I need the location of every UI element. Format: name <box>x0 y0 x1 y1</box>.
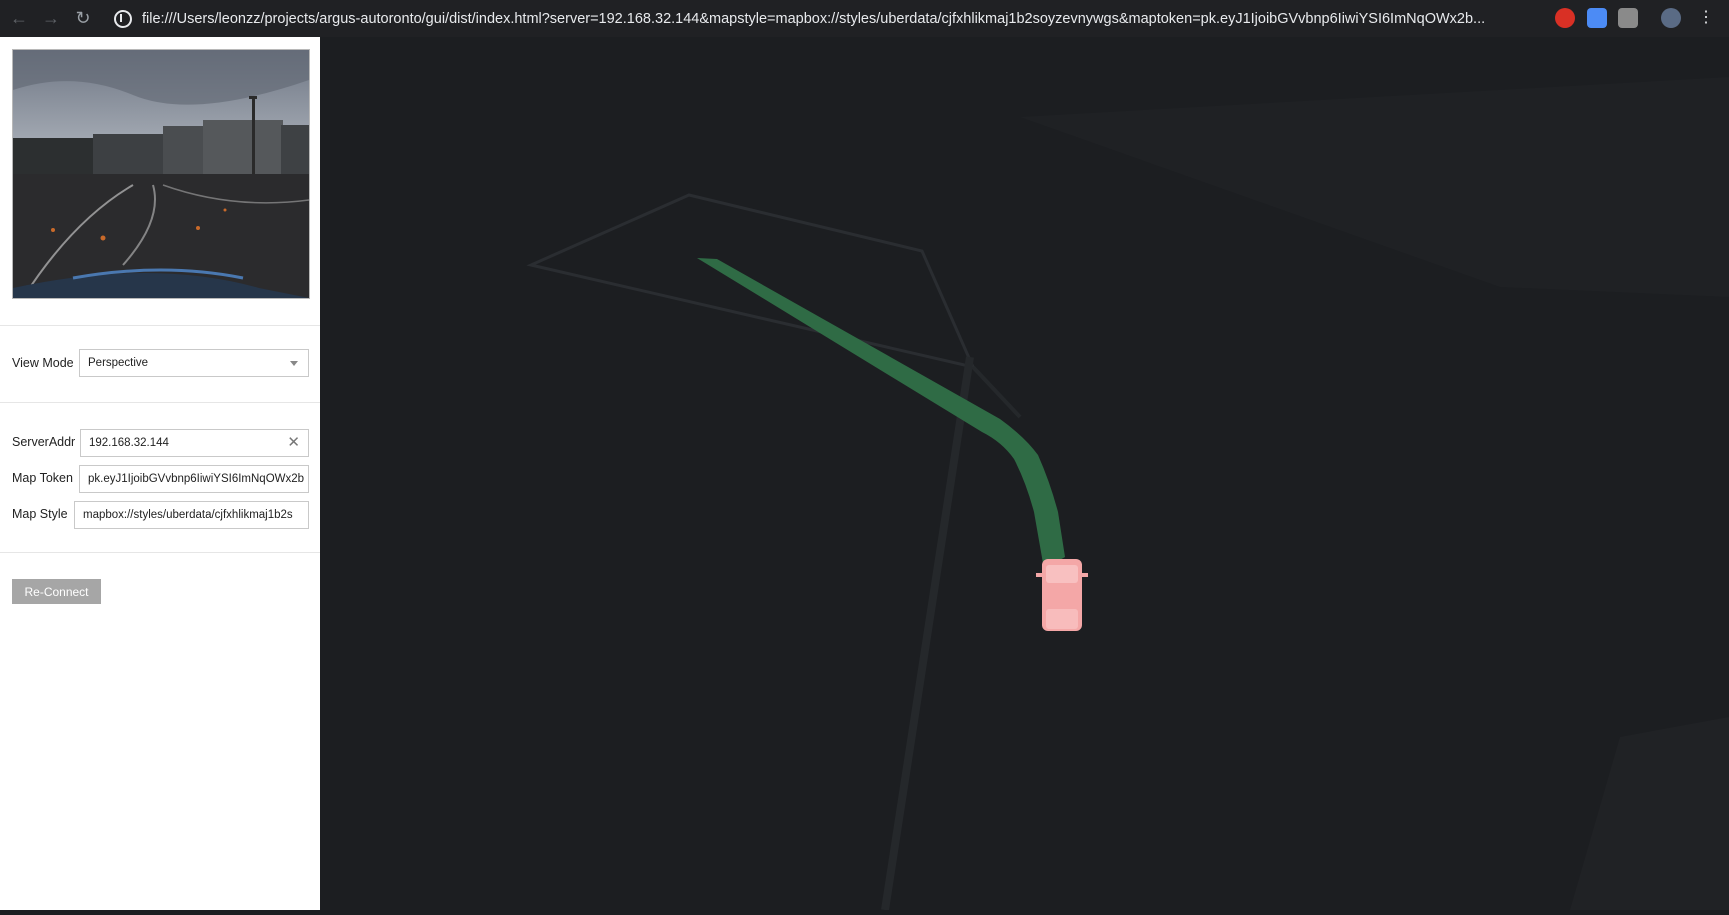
profile-avatar[interactable] <box>1661 8 1681 28</box>
section-divider <box>0 325 320 326</box>
clear-icon[interactable]: ✕ <box>287 435 300 451</box>
view-mode-label: View Mode <box>12 356 74 370</box>
map-token-input[interactable]: pk.eyJ1IjoibGVvbnp6IiwiYSI6ImNqOWx2b <box>79 465 309 493</box>
server-addr-input[interactable]: 192.168.32.144 ✕ <box>80 429 309 457</box>
reload-icon[interactable]: ↻ <box>70 6 96 32</box>
reconnect-button[interactable]: Re-Connect <box>12 579 101 604</box>
server-addr-value: 192.168.32.144 <box>89 437 169 449</box>
section-divider <box>0 552 320 553</box>
address-url: file:///Users/leonzz/projects/argus-auto… <box>142 10 1486 27</box>
server-addr-label: ServerAddr <box>12 435 76 449</box>
browser-toolbar: ← → ↻ file:///Users/leonzz/projects/argu… <box>0 0 1729 37</box>
extension-shield-icon[interactable] <box>1587 8 1607 28</box>
extension-stop-icon[interactable] <box>1555 8 1575 28</box>
back-arrow-icon[interactable]: ← <box>6 6 32 32</box>
chevron-down-icon <box>290 361 298 366</box>
map-token-value: pk.eyJ1IjoibGVvbnp6IiwiYSI6ImNqOWx2b <box>88 473 305 485</box>
menu-kebab-icon[interactable]: ⋮ <box>1698 8 1714 28</box>
camera-feed-image <box>12 49 310 299</box>
map-token-label: Map Token <box>12 471 73 485</box>
map-style-input[interactable]: mapbox://styles/uberdata/cjfxhlikmaj1b2s <box>74 501 309 529</box>
section-divider <box>0 402 320 403</box>
map-style-label: Map Style <box>12 507 68 521</box>
ego-vehicle <box>1036 559 1088 631</box>
map-style-value: mapbox://styles/uberdata/cjfxhlikmaj1b2s <box>83 509 293 521</box>
address-bar[interactable]: file:///Users/leonzz/projects/argus-auto… <box>114 0 1514 37</box>
forward-arrow-icon[interactable]: → <box>38 6 64 32</box>
extension-puzzle-icon[interactable] <box>1618 8 1638 28</box>
view-mode-select[interactable]: Perspective <box>79 349 309 377</box>
control-panel: View Mode Perspective ServerAddr 192.168… <box>0 37 320 910</box>
map-view[interactable] <box>320 37 1729 911</box>
info-icon[interactable] <box>114 9 132 28</box>
view-mode-value: Perspective <box>88 357 149 369</box>
